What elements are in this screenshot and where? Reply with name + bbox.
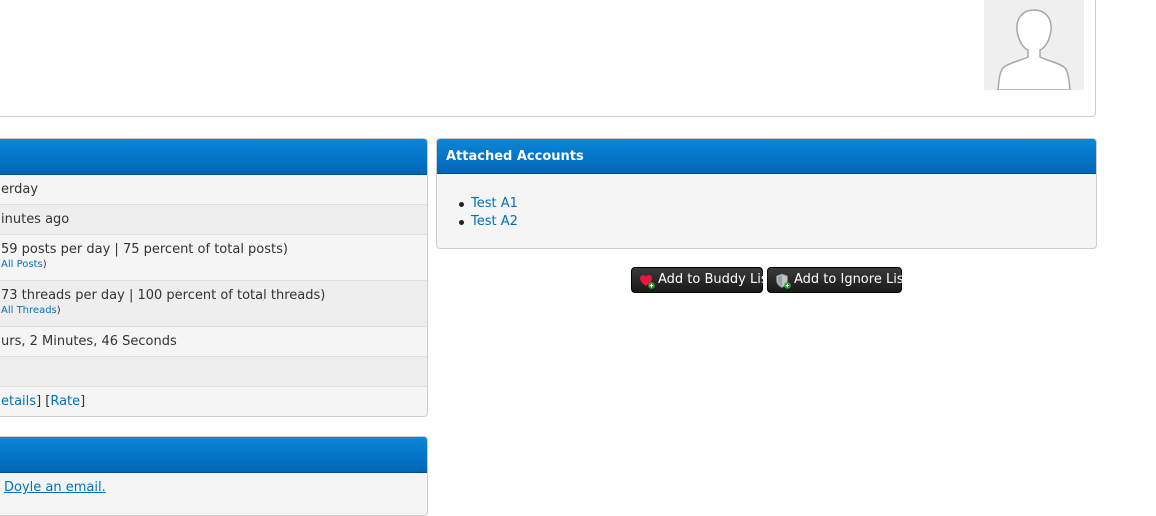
stat-posts-sub: All Posts) <box>1 259 427 270</box>
find-all-posts-link[interactable]: All Posts <box>1 259 43 270</box>
details-link[interactable]: etails <box>1 394 36 409</box>
list-item: Test A2 <box>459 213 518 231</box>
stat-row-last-activity: erday <box>0 175 427 205</box>
default-avatar-icon <box>984 0 1084 90</box>
attached-accounts-header: Attached Accounts <box>437 139 1096 174</box>
shield-add-icon <box>776 273 791 289</box>
stat-row-total-posts: 59 posts per day | 75 percent of total p… <box>0 235 427 281</box>
add-to-ignore-list-button[interactable]: Add to Ignore List <box>767 267 909 293</box>
statistics-panel: erday inutes ago 59 posts per day | 75 p… <box>0 138 428 417</box>
ignore-button-label: Add to Ignore List <box>794 272 909 287</box>
stat-row-time-spent: urs, 2 Minutes, 46 Seconds <box>0 327 427 357</box>
contact-row: Doyle an email. <box>4 480 106 495</box>
bracket-separator: ] [ <box>36 394 51 409</box>
list-item: Test A1 <box>459 195 518 213</box>
heart-add-icon <box>640 275 655 289</box>
stat-row-join-date: inutes ago <box>0 205 427 235</box>
contact-panel: Doyle an email. <box>0 436 428 516</box>
profile-header-panel <box>0 0 1096 117</box>
stat-row-empty <box>0 357 427 387</box>
send-email-link[interactable]: Doyle an email. <box>4 480 106 495</box>
statistics-panel-header <box>0 139 427 175</box>
account-link-test-a2[interactable]: Test A2 <box>471 214 518 229</box>
attached-accounts-panel: Attached Accounts Test A1 Test A2 <box>436 138 1097 249</box>
stat-row-total-threads: 73 threads per day | 100 percent of tota… <box>0 281 427 327</box>
stat-time-spent-value: urs, 2 Minutes, 46 Seconds <box>1 334 177 349</box>
contact-panel-header <box>0 437 427 473</box>
stat-posts-value: 59 posts per day | 75 percent of total p… <box>1 242 288 257</box>
stat-row-reputation: etails] [Rate] <box>0 387 427 416</box>
buddy-button-label: Add to Buddy List <box>658 272 773 287</box>
paren-close: ) <box>42 259 47 270</box>
stat-threads-value: 73 threads per day | 100 percent of tota… <box>1 288 326 303</box>
rate-link[interactable]: Rate <box>50 394 80 409</box>
stat-join-value: inutes ago <box>1 212 70 227</box>
add-to-buddy-list-button[interactable]: Add to Buddy List <box>631 267 773 293</box>
avatar <box>984 0 1084 90</box>
find-all-threads-link[interactable]: All Threads <box>1 305 57 316</box>
stat-last-activity-value: erday <box>1 182 39 197</box>
attached-accounts-list: Test A1 Test A2 <box>459 195 518 231</box>
account-link-test-a1[interactable]: Test A1 <box>471 196 518 211</box>
paren-close: ) <box>56 305 61 316</box>
stat-threads-sub: All Threads) <box>1 305 427 316</box>
bracket-close: ] <box>80 394 86 409</box>
